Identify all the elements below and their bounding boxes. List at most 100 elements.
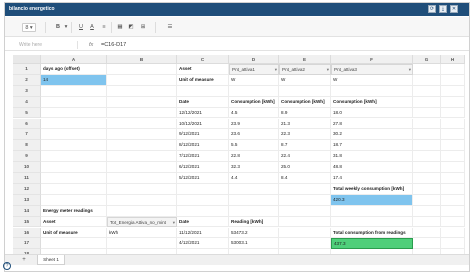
cell-b15[interactable]: Tot_Energia Attiva_no_mint ▾ bbox=[107, 216, 177, 228]
cell-d2[interactable]: W bbox=[229, 74, 279, 86]
cell-f5[interactable]: 18.0 bbox=[331, 107, 413, 119]
cell-g5[interactable] bbox=[413, 107, 441, 119]
cell-h13[interactable] bbox=[441, 194, 465, 206]
format-icon[interactable]: ☰ bbox=[165, 23, 175, 32]
row-header-11[interactable]: 11 bbox=[13, 173, 41, 184]
cell-f13[interactable]: 420.3 bbox=[331, 194, 413, 206]
cell-g14[interactable] bbox=[413, 205, 441, 217]
cell-b11[interactable] bbox=[107, 173, 177, 184]
cell-g6[interactable] bbox=[413, 118, 441, 130]
cell-c13[interactable] bbox=[177, 194, 229, 206]
cell-d12[interactable] bbox=[229, 183, 279, 195]
cell-h7[interactable] bbox=[441, 129, 465, 141]
cell-a8[interactable] bbox=[41, 140, 107, 152]
cell-b10[interactable] bbox=[107, 162, 177, 173]
cell-d7[interactable]: 23.6 bbox=[229, 129, 279, 141]
cell-h16[interactable] bbox=[441, 227, 465, 239]
cell-h3[interactable] bbox=[441, 85, 465, 97]
cell-c5[interactable]: 12/12/2021 bbox=[177, 107, 229, 119]
cell-h4[interactable] bbox=[441, 96, 465, 108]
dropdown-arrow-icon[interactable]: ▾ bbox=[327, 65, 329, 74]
cell-d5[interactable]: 4.5 bbox=[229, 107, 279, 119]
cell-g8[interactable] bbox=[413, 140, 441, 152]
cell-d10[interactable]: 32.3 bbox=[229, 162, 279, 173]
cell-f17[interactable]: 437.3 bbox=[331, 238, 413, 250]
cell-d16[interactable]: 53473.2 bbox=[229, 227, 279, 239]
cell-c10[interactable]: 6/12/2021 bbox=[177, 162, 229, 173]
row-header-10[interactable]: 10 bbox=[13, 162, 41, 173]
bold-icon[interactable]: B bbox=[53, 23, 63, 32]
cell-g15[interactable] bbox=[413, 216, 441, 228]
cell-c4[interactable]: Date bbox=[177, 96, 229, 108]
row-header-1[interactable]: 1 bbox=[13, 64, 41, 75]
cell-a16[interactable]: Unit of measure bbox=[41, 227, 107, 239]
cell-h11[interactable] bbox=[441, 173, 465, 184]
cell-d17[interactable]: 53003.1 bbox=[229, 238, 279, 250]
cell-h14[interactable] bbox=[441, 205, 465, 217]
cell-b6[interactable] bbox=[107, 118, 177, 130]
column-header-h[interactable]: H bbox=[441, 55, 465, 64]
export-icon[interactable]: ⤓ bbox=[439, 5, 447, 13]
cell-c17[interactable]: 4/12/2021 bbox=[177, 238, 229, 250]
cell-e12[interactable] bbox=[279, 183, 331, 195]
cell-e9[interactable]: 22.4 bbox=[279, 151, 331, 163]
cell-a9[interactable] bbox=[41, 151, 107, 163]
cell-a1[interactable]: days ago (offset) bbox=[41, 64, 107, 75]
select-all-corner[interactable] bbox=[13, 55, 41, 64]
cell-d14[interactable] bbox=[229, 205, 279, 217]
cell-f16[interactable]: Total consumption from readings bbox=[331, 227, 413, 239]
cell-b7[interactable] bbox=[107, 129, 177, 141]
cell-e2[interactable]: W bbox=[279, 74, 331, 86]
row-header-14[interactable]: 14 bbox=[13, 205, 41, 217]
cell-a3[interactable] bbox=[41, 85, 107, 97]
cell-c16[interactable]: 11/12/2021 bbox=[177, 227, 229, 239]
cell-a17[interactable] bbox=[41, 238, 107, 250]
cell-f11[interactable]: 17.4 bbox=[331, 173, 413, 184]
cell-c9[interactable]: 7/12/2021 bbox=[177, 151, 229, 163]
border-icon[interactable]: ▦ bbox=[116, 23, 124, 32]
cell-d11[interactable]: 4.4 bbox=[229, 173, 279, 184]
cell-e7[interactable]: 22.3 bbox=[279, 129, 331, 141]
column-header-c[interactable]: C bbox=[177, 55, 229, 64]
cell-f14[interactable] bbox=[331, 205, 413, 217]
cell-f8[interactable]: 18.7 bbox=[331, 140, 413, 152]
sheet-tab-1[interactable]: Sheet 1 bbox=[37, 255, 65, 265]
underline-icon[interactable]: U bbox=[77, 23, 85, 32]
cell-c2[interactable]: Unit of measure bbox=[177, 74, 229, 86]
close-icon[interactable]: ✕ bbox=[450, 5, 458, 13]
dropdown-arrow-icon[interactable]: ▾ bbox=[275, 65, 277, 74]
cell-d13[interactable] bbox=[229, 194, 279, 206]
cell-e6[interactable]: 21.3 bbox=[279, 118, 331, 130]
row-header-16[interactable]: 16 bbox=[13, 227, 41, 239]
cell-f10[interactable]: 48.8 bbox=[331, 162, 413, 173]
cell-c15[interactable]: Date bbox=[177, 216, 229, 228]
row-header-6[interactable]: 6 bbox=[13, 118, 41, 130]
cell-e8[interactable]: 8.7 bbox=[279, 140, 331, 152]
row-header-13[interactable]: 13 bbox=[13, 194, 41, 206]
refresh-icon[interactable]: ⟳ bbox=[428, 5, 436, 13]
cell-e4[interactable]: Consumption [kWh] bbox=[279, 96, 331, 108]
cell-f2[interactable]: W bbox=[331, 74, 413, 86]
cell-g1[interactable] bbox=[413, 64, 441, 75]
row-header-2[interactable]: 2 bbox=[13, 74, 41, 86]
cell-e13[interactable] bbox=[279, 194, 331, 206]
cell-b14[interactable] bbox=[107, 205, 177, 217]
cell-e3[interactable] bbox=[279, 85, 331, 97]
cell-c3[interactable] bbox=[177, 85, 229, 97]
cell-h12[interactable] bbox=[441, 183, 465, 195]
cell-b2[interactable] bbox=[107, 74, 177, 86]
cell-f6[interactable]: 27.8 bbox=[331, 118, 413, 130]
cell-f15[interactable] bbox=[331, 216, 413, 228]
cell-a5[interactable] bbox=[41, 107, 107, 119]
help-icon[interactable]: ? bbox=[3, 262, 11, 270]
cell-h8[interactable] bbox=[441, 140, 465, 152]
cell-b1[interactable] bbox=[107, 64, 177, 75]
cell-d4[interactable]: Consumption [kWh] bbox=[229, 96, 279, 108]
cell-b9[interactable] bbox=[107, 151, 177, 163]
cell-g13[interactable] bbox=[413, 194, 441, 206]
cell-b16[interactable]: kWh bbox=[107, 227, 177, 239]
align-left-icon[interactable]: ≡ bbox=[100, 23, 108, 32]
row-header-12[interactable]: 12 bbox=[13, 183, 41, 195]
cell-b17[interactable] bbox=[107, 238, 177, 250]
cell-e14[interactable] bbox=[279, 205, 331, 217]
